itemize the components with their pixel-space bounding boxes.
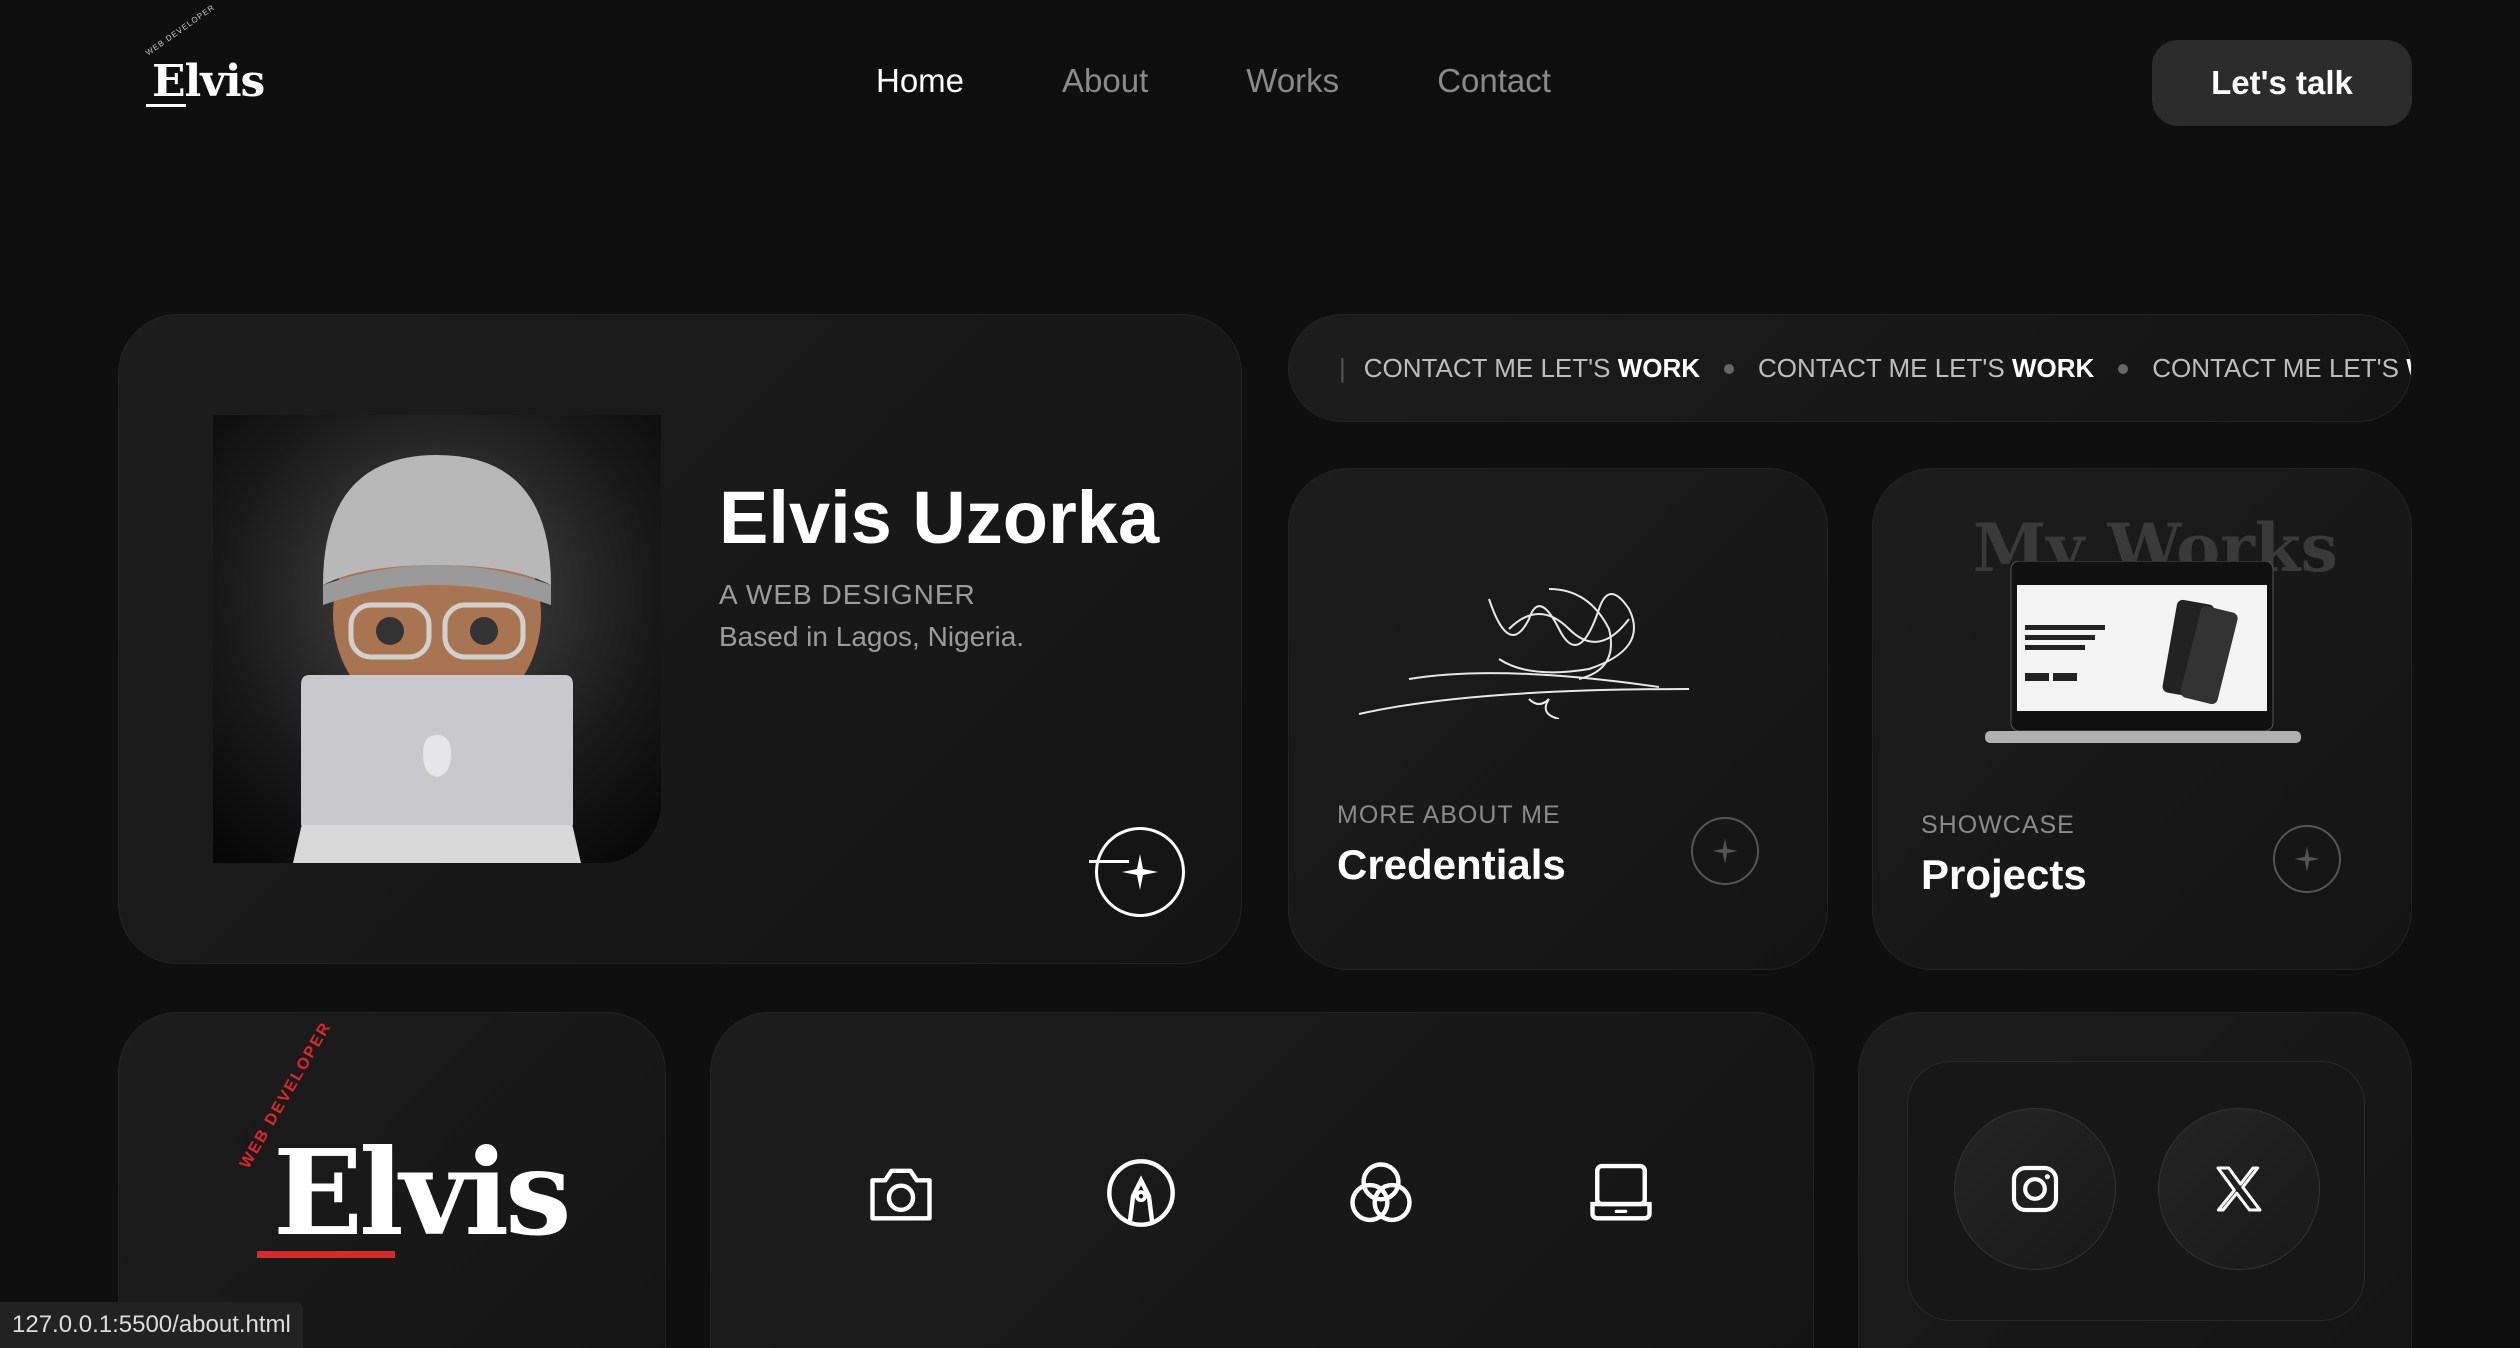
projects-subtitle: SHOWCASE (1921, 811, 2075, 839)
credentials-title: Credentials (1337, 841, 1566, 888)
profile-name: Elvis Uzorka (719, 476, 1160, 559)
brand-logo: WEB DEVELOPER Elvis (237, 1019, 597, 1273)
profile-role: A WEB DESIGNER (719, 579, 976, 610)
marquee-dot (2118, 363, 2129, 374)
laptop-icon (1590, 1163, 1652, 1221)
pen-tool-icon (1107, 1159, 1175, 1227)
credentials-arrow-button[interactable] (1691, 817, 1759, 885)
nav-works[interactable]: Works (1246, 62, 1339, 100)
laptop-mockup-image (1985, 561, 2301, 743)
site-logo[interactable]: WEB DEVELOPER Elvis (140, 3, 270, 115)
color-circles-icon (1350, 1162, 1412, 1223)
brand-card: WEB DEVELOPER Elvis (118, 1012, 666, 1348)
profile-location: Based in Lagos, Nigeria. (719, 621, 1025, 652)
status-bar-url: 127.0.0.1:5500/about.html (0, 1302, 303, 1348)
services-card (710, 1012, 1814, 1348)
sparkle-icon (1712, 838, 1738, 864)
projects-title: Projects (1921, 851, 2087, 898)
nav-about[interactable]: About (1062, 62, 1148, 100)
x-twitter-button[interactable] (2158, 1108, 2320, 1270)
top-navbar: WEB DEVELOPER Elvis Home About Works Con… (0, 0, 2520, 170)
logo-text: Elvis (152, 56, 265, 107)
instagram-button[interactable] (1954, 1108, 2116, 1270)
sparkle-icon (2294, 846, 2320, 872)
marquee-text: | CONTACT ME LET'S WORK CONTACT ME LET'S… (1339, 353, 2411, 384)
social-links-panel (1907, 1061, 2365, 1321)
marquee-item: CONTACT ME LET'S WORK (1363, 353, 1701, 383)
profile-arrow-button[interactable] (1095, 827, 1185, 917)
credentials-subtitle: MORE ABOUT ME (1337, 801, 1561, 829)
logo-underline (146, 104, 186, 107)
logo-tagline: WEB DEVELOPER (144, 2, 217, 58)
avatar (213, 415, 661, 863)
arrow-tail (1089, 860, 1129, 863)
x-icon (2216, 1166, 2262, 1212)
marquee-item: CONTACT ME LET'S WORK (1758, 353, 2095, 383)
sparkle-icon (1122, 854, 1158, 890)
credentials-card[interactable]: MORE ABOUT ME Credentials (1288, 468, 1828, 970)
nav-home[interactable]: Home (876, 62, 964, 100)
contact-marquee[interactable]: | CONTACT ME LET'S WORK CONTACT ME LET'S… (1288, 314, 2412, 422)
instagram-icon (2011, 1165, 2059, 1213)
projects-arrow-button[interactable] (2273, 825, 2341, 893)
marquee-dot (1724, 363, 1735, 374)
brand-underline (257, 1251, 395, 1258)
marquee-item: CONTACT ME LET'S WO (2152, 353, 2411, 383)
nav-contact[interactable]: Contact (1437, 62, 1551, 100)
brand-text: Elvis (273, 1123, 572, 1262)
camera-icon (870, 1168, 932, 1221)
profile-card: Elvis Uzorka A WEB DESIGNER Based in Lag… (118, 314, 1242, 964)
lets-talk-button[interactable]: Let's talk (2152, 40, 2412, 126)
projects-card[interactable]: My Works SHOWCASE Projects (1872, 468, 2412, 970)
social-card (1858, 1012, 2412, 1348)
signature-image (1358, 588, 1690, 719)
nav-links: Home About Works Contact (876, 62, 1649, 100)
